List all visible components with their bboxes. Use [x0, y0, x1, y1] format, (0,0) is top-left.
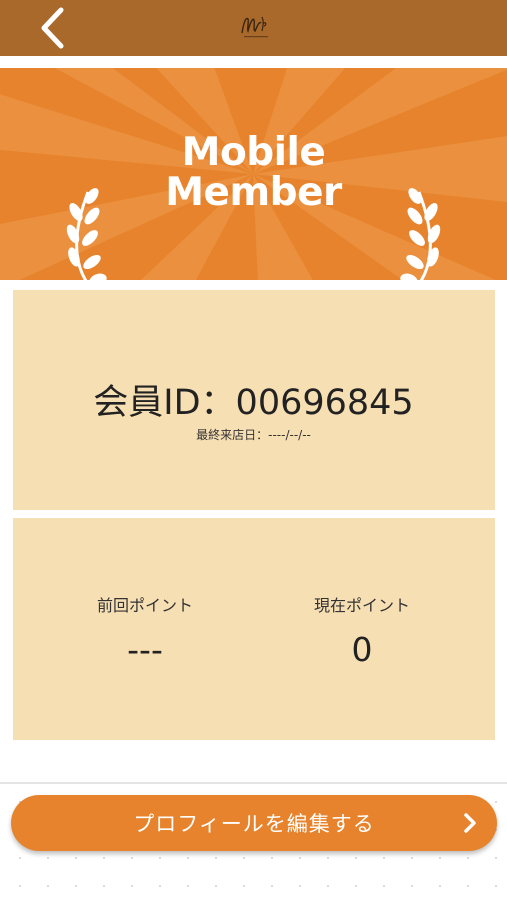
chevron-right-icon [464, 813, 476, 833]
chevron-left-icon [41, 7, 64, 49]
last-visit-date: 最終来店日：----/--/-- [196, 428, 311, 442]
current-points-value: 0 [351, 630, 373, 669]
edit-profile-label: プロフィールを編集する [133, 812, 375, 836]
brand-logo-icon [241, 16, 268, 38]
previous-points-label: 前回ポイント [96, 596, 193, 615]
banner-title-line1: Mobile [181, 130, 326, 175]
top-bar [0, 0, 507, 56]
member-id: 会員ID：00696845 [93, 383, 414, 423]
back-button[interactable] [30, 6, 74, 50]
banner-title-line2: Member [165, 170, 342, 215]
previous-points-value: --- [127, 630, 163, 669]
current-points-label: 現在ポイント [313, 596, 410, 615]
mobile-member-banner: Mobile Member [0, 68, 507, 280]
edit-profile-button[interactable]: プロフィールを編集する [11, 795, 497, 851]
points-panel [13, 518, 495, 740]
